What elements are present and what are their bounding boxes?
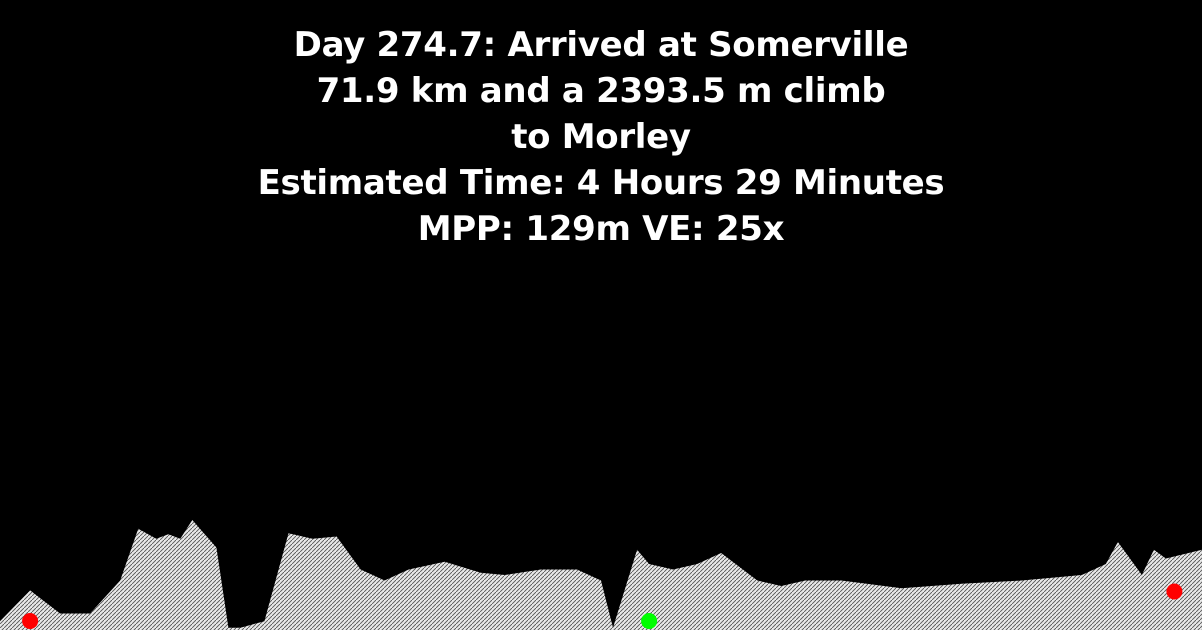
end-marker (1166, 583, 1183, 600)
current-marker (641, 613, 658, 629)
elevation-profile (0, 520, 1202, 630)
start-marker (22, 613, 39, 629)
terrain-area (0, 520, 1202, 630)
